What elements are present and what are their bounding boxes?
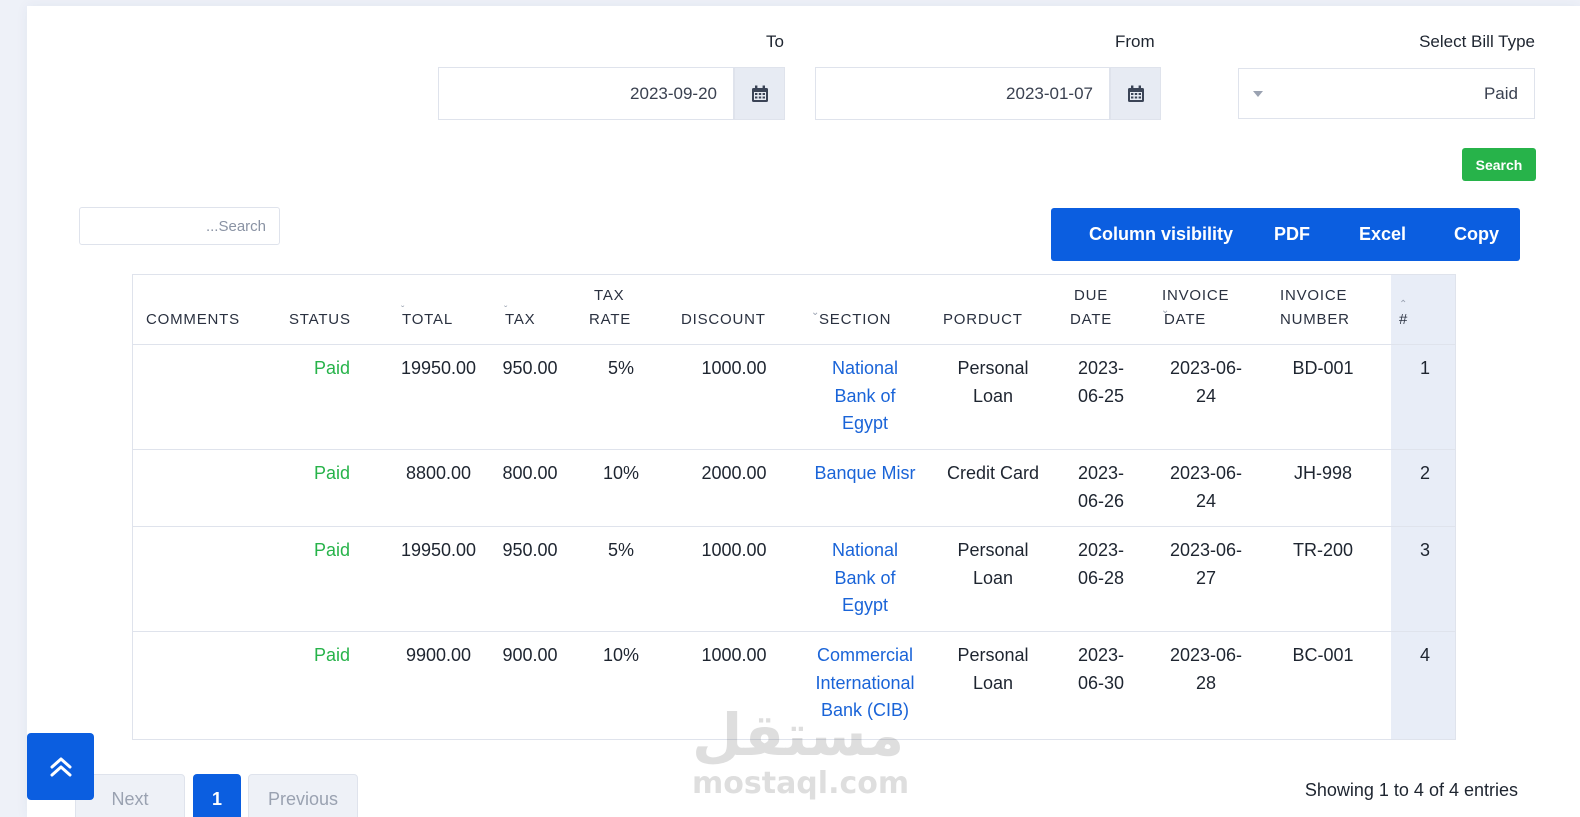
cell-tax: 800.00 [502,463,558,483]
cell-product: Personal Loan [957,645,1029,693]
row-divider [133,449,1455,450]
cell-tax: 950.00 [502,358,558,378]
cell-status: Paid [313,540,350,560]
table-search-input[interactable] [79,207,280,245]
to-date-value: 2023-09-20 [630,83,717,103]
to-label: To [766,32,784,51]
double-chevron-up-icon [50,757,71,776]
header-invoice-date[interactable]: INVOICE DATE [1162,284,1229,332]
cell-total: 9900.00 [405,645,472,665]
entries-info: Showing 1 to 4 of 4 entries [1304,780,1518,800]
sort-desc-icon: ⌄ [1161,305,1170,316]
cell-invoice-number: BC-001 [1292,645,1354,665]
column-visibility-button[interactable]: Column visibility [1089,224,1233,245]
cell-discount: 1000.00 [701,645,767,665]
bill-type-value: Paid [1483,83,1518,103]
cell-number: 2 [1419,463,1430,483]
cell-tax: 950.00 [502,540,558,560]
cell-number: 3 [1419,540,1430,560]
from-calendar-button[interactable] [1110,67,1161,120]
cell-section[interactable]: National Bank of Egypt [803,355,927,438]
calendar-icon [1127,85,1144,102]
cell-discount: 2000.00 [701,463,767,483]
watermark-latin: mostaql.com [692,766,910,801]
pagination-page-1[interactable]: 1 [193,774,241,817]
bill-type-label: Select Bill Type [1419,32,1535,51]
excel-button[interactable]: Excel [1359,224,1406,245]
cell-invoice-date: 2023-06- 24 [1169,463,1243,511]
cell-status: Paid [313,358,350,378]
cell-invoice-number: BD-001 [1292,358,1354,378]
cell-due-date: 2023- 06-28 [1077,540,1125,588]
cell-product: Credit Card [946,463,1040,483]
cell-invoice-date: 2023-06- 28 [1169,645,1243,693]
cell-invoice-number: JH-998 [1293,463,1353,483]
cell-number: 4 [1419,645,1430,665]
calendar-icon [751,85,768,102]
cell-total: 8800.00 [405,463,472,483]
cell-section[interactable]: Banque Misr [803,460,927,488]
header-comments[interactable]: COMMENTS [146,308,240,332]
cell-due-date: 2023- 06-26 [1077,463,1125,511]
cell-invoice-number: TR-200 [1292,540,1354,560]
scroll-top-button[interactable] [27,733,94,800]
header-tax-rate[interactable]: TAX RATE [589,284,631,332]
cell-status: Paid [313,463,350,483]
header-status[interactable]: STATUS [289,308,351,332]
cell-total: 19950.00 [400,540,477,560]
header-product[interactable]: PORDUCT [943,308,1023,332]
from-date-input[interactable]: 2023-01-07 [815,67,1110,120]
copy-button[interactable]: Copy [1454,224,1499,245]
pdf-button[interactable]: PDF [1274,224,1310,245]
header-tax[interactable]: TAX [505,308,535,332]
row-divider [133,526,1455,527]
sort-indicator-icon: ˇ [504,305,508,316]
export-button-group: Column visibility PDF Excel Copy [1051,208,1520,261]
header-number[interactable]: # [1399,308,1408,332]
cell-tax-rate: 5% [607,358,634,378]
mostaql-watermark: مستقل mostaql.com [692,700,910,810]
row-divider [133,631,1455,632]
cell-tax: 900.00 [502,645,558,665]
watermark-arabic: مستقل [692,701,905,769]
cell-tax-rate: 10% [602,645,640,665]
sort-indicator-icon: ˇ [401,305,405,316]
cell-invoice-date: 2023-06- 24 [1169,358,1243,406]
from-date-value: 2023-01-07 [1006,83,1093,103]
header-total[interactable]: TOTAL [402,308,453,332]
header-invoice-number[interactable]: INVOICE NUMBER [1280,284,1350,332]
sort-desc-icon: ⌄ [811,307,820,318]
row-divider [133,344,1455,345]
cell-due-date: 2023- 06-30 [1077,645,1125,693]
cell-number: 1 [1419,358,1430,378]
to-calendar-button[interactable] [734,67,785,120]
search-button[interactable]: Search [1462,148,1536,181]
cell-discount: 1000.00 [701,540,767,560]
invoices-table: COMMENTS STATUS TOTAL TAX TAX RATE DISCO… [132,274,1456,740]
cell-due-date: 2023- 06-25 [1077,358,1125,406]
cell-tax-rate: 10% [602,463,640,483]
header-discount[interactable]: DISCOUNT [681,308,766,332]
bill-type-select[interactable]: Paid [1238,68,1535,119]
cell-discount: 1000.00 [701,358,767,378]
cell-section[interactable]: National Bank of Egypt [803,537,927,620]
from-label: From [1115,32,1155,51]
cell-invoice-date: 2023-06- 27 [1169,540,1243,588]
cell-product: Personal Loan [957,540,1029,588]
sort-asc-icon: ⌃ [1399,299,1408,310]
pagination-previous[interactable]: Previous [248,774,358,817]
header-due-date[interactable]: DUE DATE [1070,284,1112,332]
header-section[interactable]: SECTION [819,308,891,332]
chevron-down-icon [1253,90,1263,97]
cell-total: 19950.00 [400,358,477,378]
to-date-input[interactable]: 2023-09-20 [438,67,734,120]
cell-status: Paid [313,645,350,665]
cell-product: Personal Loan [957,358,1029,406]
cell-tax-rate: 5% [607,540,634,560]
